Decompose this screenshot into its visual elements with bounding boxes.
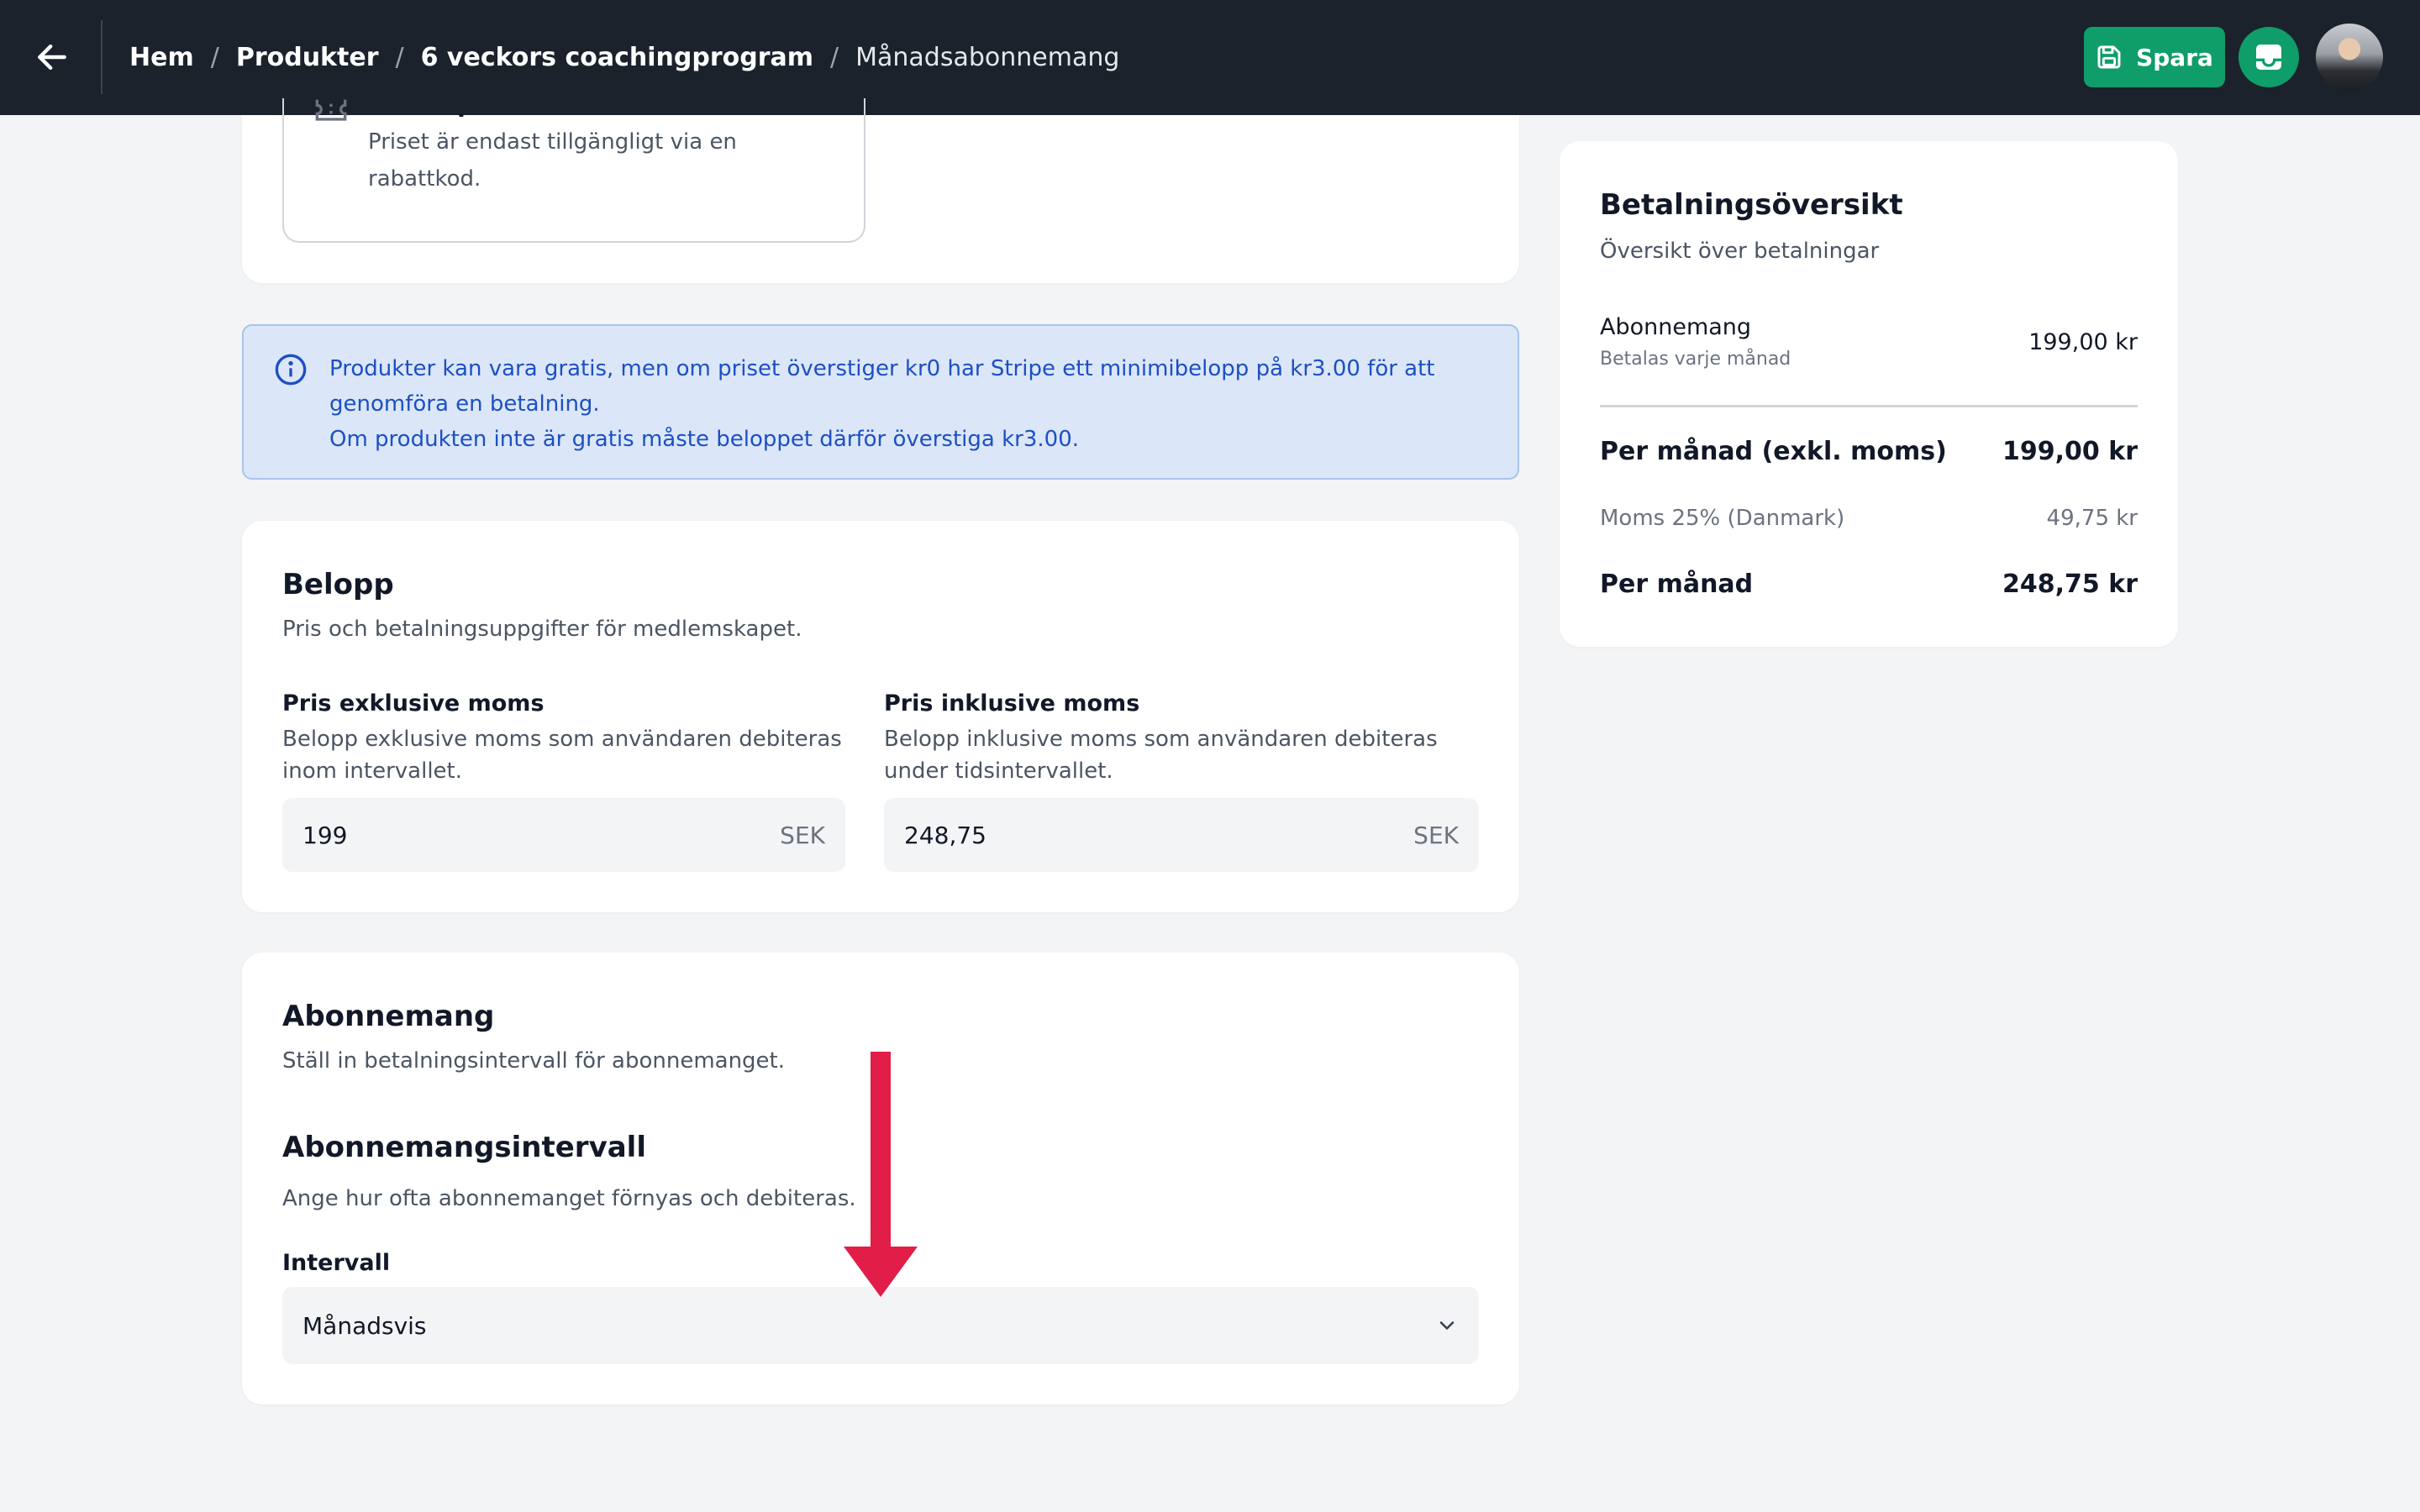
per-month-excl-label: Per månad (exkl. moms) [1600, 437, 1947, 466]
breadcrumb-current: Månadsabonnemang [855, 43, 1120, 72]
interval-label: Intervall [282, 1250, 391, 1276]
line-item-value: 199,00 kr [2028, 328, 2138, 355]
per-month-excl-value: 199,00 kr [2002, 437, 2138, 466]
alert-line-2: Om produkten inte är gratis måste belopp… [329, 427, 1079, 452]
discount-option-description: Priset är endast tillgängligt via en rab… [368, 129, 737, 192]
divider [1600, 405, 2138, 407]
discount-price-option[interactable]: Rabattpris Priset är endast tillgängligt… [282, 98, 865, 243]
subscription-card-title: Abonnemang [282, 1000, 495, 1033]
price-incl-vat-field: Pris inklusive moms Belopp inklusive mom… [884, 690, 1464, 787]
price-excl-vat-input[interactable]: 199 SEK [282, 798, 845, 872]
price-excl-vat-help: Belopp exklusive moms som användaren deb… [282, 727, 842, 784]
per-month-label: Per månad [1600, 570, 1754, 599]
chevron-down-icon [1439, 1321, 1455, 1330]
breadcrumb-separator: / [210, 43, 219, 72]
info-circle-icon [275, 354, 307, 386]
breadcrumb-separator: / [830, 43, 839, 72]
breadcrumb-separator: / [395, 43, 404, 72]
breadcrumb-products[interactable]: Produkter [236, 43, 379, 72]
topbar-divider [101, 20, 103, 94]
price-type-card: Rabattpris Priset är endast tillgängligt… [242, 98, 1519, 283]
price-incl-vat-input[interactable]: 248,75 SEK [884, 798, 1479, 872]
save-button[interactable]: Spara [2084, 27, 2225, 87]
vat-row: Moms 25% (Danmark) 49,75 kr [1600, 506, 2138, 531]
vat-value: 49,75 kr [2046, 506, 2138, 531]
subscription-line-item: Abonnemang Betalas varje månad 199,00 kr [1600, 314, 2138, 370]
vat-label: Moms 25% (Danmark) [1600, 506, 1845, 531]
breadcrumb-program[interactable]: 6 veckors coachingprogram [421, 43, 813, 72]
currency-suffix: SEK [780, 821, 825, 849]
payment-overview-subtitle: Översikt över betalningar [1600, 239, 1880, 264]
interval-section-title: Abonnemangsintervall [282, 1131, 646, 1164]
amount-card: Belopp Pris och betalningsuppgifter för … [242, 521, 1519, 912]
per-month-excl-row: Per månad (exkl. moms) 199,00 kr [1600, 437, 2138, 466]
amount-card-subtitle: Pris och betalningsuppgifter för medlems… [282, 617, 802, 642]
per-month-value: 248,75 kr [2002, 570, 2138, 599]
price-excl-vat-field: Pris exklusive moms Belopp exklusive mom… [282, 690, 845, 787]
alert-line-1: Produkter kan vara gratis, men om priset… [329, 356, 1435, 417]
price-incl-vat-help: Belopp inklusive moms som användaren deb… [884, 727, 1438, 784]
subscription-card-subtitle: Ställ in betalningsintervall för abonnem… [282, 1048, 786, 1074]
alert-text: Produkter kan vara gratis, men om priset… [329, 351, 1489, 457]
breadcrumb-home[interactable]: Hem [129, 43, 194, 72]
line-item-sub: Betalas varje månad [1600, 349, 1791, 370]
amount-card-title: Belopp [282, 568, 394, 601]
arrow-left-icon [38, 44, 66, 71]
line-item-label: Abonnemang [1600, 314, 1752, 340]
back-button[interactable] [25, 30, 79, 84]
price-incl-vat-label: Pris inklusive moms [884, 690, 1140, 717]
inbox-icon [2256, 45, 2281, 70]
payment-overview-title: Betalningsöversikt [1600, 188, 1903, 222]
avatar[interactable] [2316, 24, 2383, 91]
stripe-info-alert: Produkter kan vara gratis, men om priset… [242, 324, 1519, 480]
currency-suffix: SEK [1413, 821, 1459, 849]
ticket-icon [315, 99, 347, 121]
price-incl-vat-value: 248,75 [904, 821, 986, 849]
save-button-label: Spara [2136, 43, 2213, 71]
interval-section-subtitle: Ange hur ofta abonnemanget förnyas och d… [282, 1186, 856, 1211]
inbox-button[interactable] [2238, 27, 2299, 87]
payment-overview-card: Betalningsöversikt Översikt över betalni… [1560, 141, 2178, 647]
per-month-row: Per månad 248,75 kr [1600, 570, 2138, 599]
price-excl-vat-value: 199 [302, 821, 348, 849]
floppy-disk-icon [2097, 45, 2121, 69]
price-excl-vat-label: Pris exklusive moms [282, 690, 544, 717]
interval-selected-value: Månadsvis [302, 1311, 427, 1340]
arrow-down-icon [844, 1052, 918, 1297]
